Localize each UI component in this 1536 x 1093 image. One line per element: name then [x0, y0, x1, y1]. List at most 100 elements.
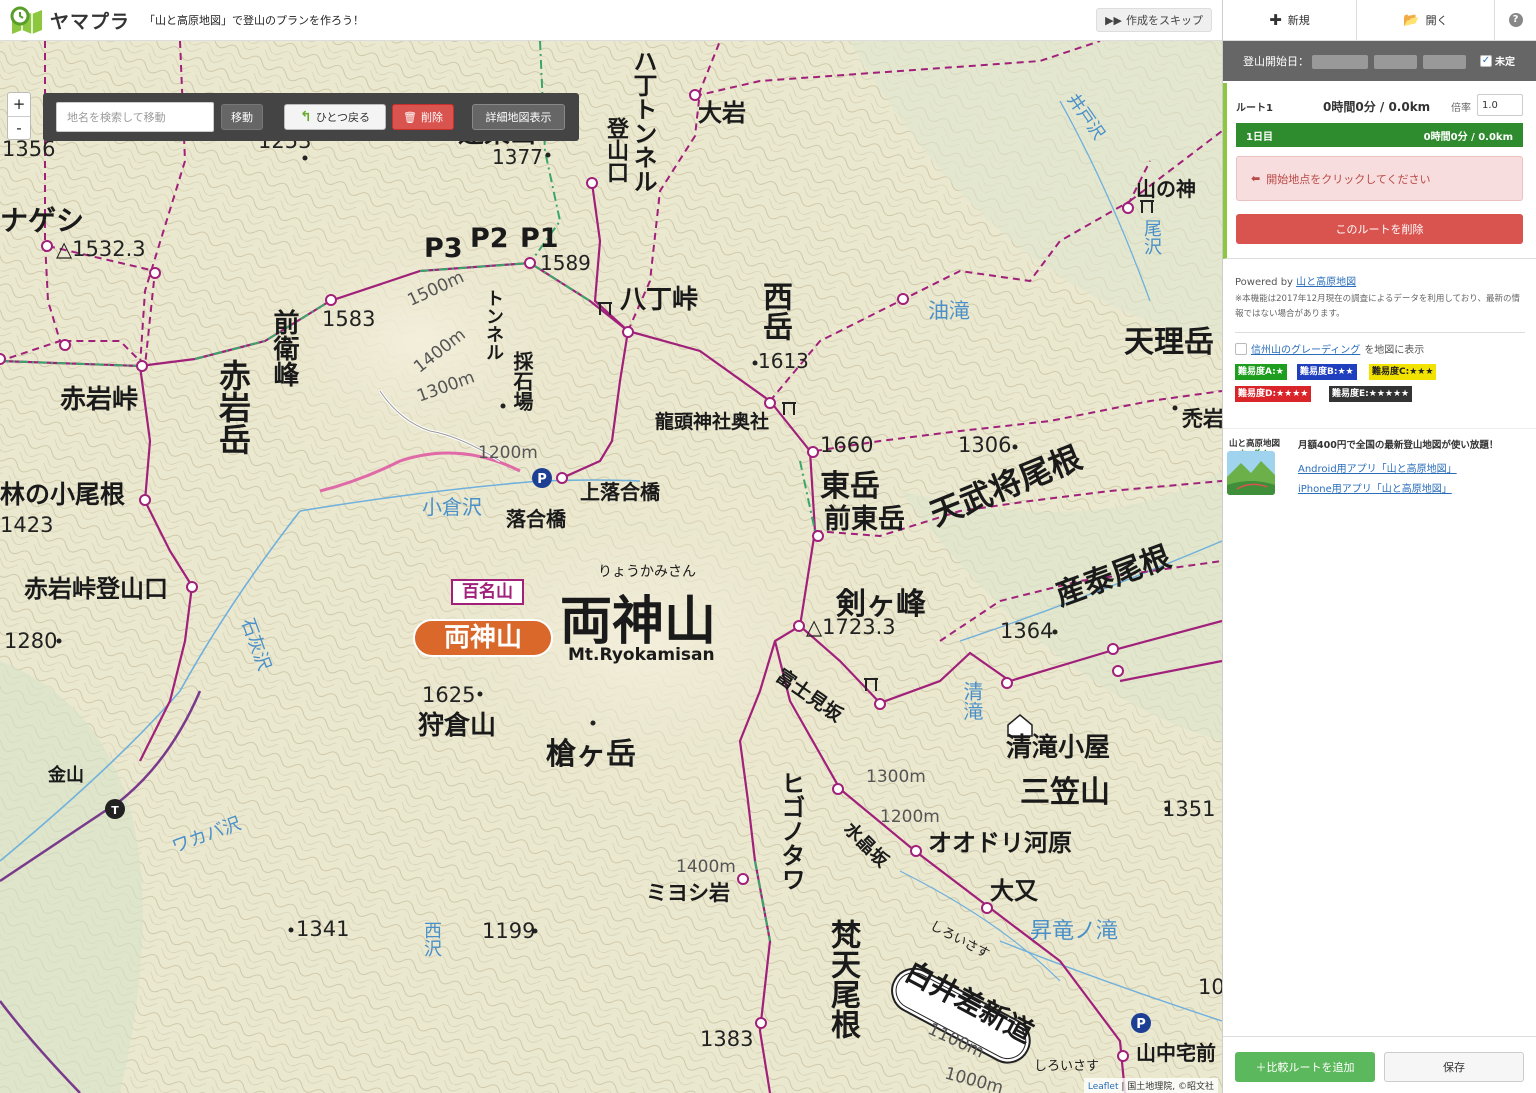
delete-route-button[interactable]: このルートを削除	[1236, 214, 1523, 244]
tab-open[interactable]: 📂 開く	[1357, 0, 1495, 40]
zoom-out-button[interactable]: -	[8, 116, 30, 139]
map-label-seiryu: 清滝	[960, 681, 984, 721]
map-label-ryokamisan-kana: りょうかみさん	[598, 564, 696, 580]
hyakumeizan-badge: 百名山	[451, 579, 524, 605]
divider	[1235, 332, 1525, 333]
map-label-saiseki: 採石場	[510, 351, 534, 411]
map-label-alt-1300b: 1300m	[866, 767, 926, 787]
map-label-shiraisashi-kana2: しろいさす	[1034, 1059, 1100, 1074]
parking-marker: P	[532, 468, 552, 488]
start-year-select[interactable]	[1312, 55, 1368, 69]
map-label-ryuzu: 龍頭神社奥社	[655, 411, 770, 433]
ryokamisan-badge: 両神山	[413, 619, 553, 657]
powered-by: Powered by 山と高原地図	[1235, 273, 1356, 288]
map-label-ryokamisan-en: Mt.Ryokamisan	[568, 645, 715, 665]
route-summary: 0時間0分 / 0.0km	[1323, 100, 1431, 114]
topographic-map[interactable]: P P T 蓬莱山 1377	[0, 41, 1222, 1093]
svg-text:T: T	[111, 804, 119, 817]
map-label-nishisawa: 西沢	[421, 921, 442, 957]
day-bar[interactable]: 1日目 0時間0分 / 0.0km	[1236, 123, 1523, 147]
skip-label: 作成をスキップ	[1126, 14, 1203, 27]
map-label-shoryu: 昇竜ノ滝	[1030, 919, 1119, 944]
map-label-p3: P3	[424, 233, 463, 264]
detail-map-button[interactable]: 詳細地図表示	[472, 104, 565, 130]
map-label-maehigashi: 前東岳	[824, 504, 905, 535]
day-summary: 0時間0分 / 0.0km	[1423, 131, 1513, 143]
folder-icon: 📂	[1403, 12, 1420, 28]
map-label-alt-1532: △1532.3	[56, 237, 146, 261]
route-name[interactable]: ルート1	[1236, 99, 1273, 114]
grading-suffix: を地図に表示	[1364, 345, 1425, 356]
map-label-yamanaka: 山中宅前	[1136, 1041, 1216, 1065]
trash-icon: 🗑	[403, 110, 417, 124]
android-app-link[interactable]: Android用アプリ「山と高原地図」	[1298, 460, 1457, 475]
map-label-alt-1400b: 1400m	[676, 857, 736, 877]
panel-tabs: ✚ 新規 📂 開く ?	[1223, 0, 1536, 41]
map-label-mikasa: 三笠山	[1020, 775, 1110, 810]
start-date-label: 登山開始日：	[1243, 55, 1309, 68]
map-label-tenri: 天理岳	[1124, 325, 1214, 360]
map-label-kogurasawa: 小倉沢	[422, 495, 482, 519]
map-label-hashigo: 尾沢	[1141, 219, 1162, 255]
promo-landscape-image	[1227, 451, 1275, 495]
zoom-control: + -	[7, 92, 31, 140]
map-label-alt-1383: 1383	[700, 1027, 754, 1051]
map-label-higono: ヒゴノタワ	[777, 771, 806, 891]
map-label-odori: オオドリ河原	[928, 828, 1072, 857]
delete-label: 削除	[420, 111, 443, 124]
undo-label: ひとつ戻る	[315, 111, 370, 124]
ratio-input[interactable]	[1477, 94, 1523, 116]
grading-toggle[interactable]: 信州山のグレーディング を地図に表示	[1235, 341, 1424, 356]
delete-route-label: このルートを削除	[1335, 223, 1424, 236]
checkmark-icon: ✓	[1480, 54, 1492, 67]
zoom-in-button[interactable]: +	[8, 93, 30, 116]
route-card: ルート1 0時間0分 / 0.0km 倍率 1日目 0時間0分 / 0.0km …	[1223, 83, 1536, 259]
save-button[interactable]: 保存	[1384, 1052, 1524, 1082]
difficulty-badge-d: 難易度D:★★★★	[1235, 386, 1312, 402]
panel-footer: ＋比較ルートを追加 保存	[1223, 1036, 1536, 1093]
map-label-yamanokami: 山の神	[1136, 177, 1196, 201]
start-month-select[interactable]	[1374, 55, 1417, 69]
svg-text:P: P	[537, 472, 547, 487]
detail-map-label: 詳細地図表示	[485, 111, 552, 124]
start-date-row: 登山開始日： ✓ 未定	[1223, 41, 1536, 81]
map-label-ochiai: 落合橋	[506, 507, 566, 531]
grading-link[interactable]: 信州山のグレーディング	[1251, 341, 1360, 356]
undecided-label: 未定	[1495, 57, 1515, 68]
tab-help[interactable]: ?	[1495, 0, 1536, 40]
difficulty-badge-a: 難易度A:★	[1235, 364, 1287, 380]
help-icon: ?	[1508, 13, 1523, 27]
tagline: 「山と高原地図」で登山のプランを作ろう！	[144, 14, 365, 27]
skip-creation-button[interactable]: ▶▶ 作成をスキップ	[1096, 8, 1212, 32]
map-label-alt-1583: 1583	[322, 307, 376, 331]
add-compare-route-button[interactable]: ＋比較ルートを追加	[1235, 1052, 1375, 1082]
tab-new[interactable]: ✚ 新規	[1223, 0, 1357, 40]
map-label-yarigatake: 槍ヶ岳	[546, 737, 636, 772]
undo-button[interactable]: ↰ ひとつ戻る	[284, 104, 386, 130]
difficulty-badge-b: 難易度B:★★	[1297, 364, 1357, 380]
map-label-maeei: 前衛峰	[269, 309, 299, 387]
powered-link[interactable]: 山と高原地図	[1296, 277, 1356, 288]
start-day-select[interactable]	[1423, 55, 1466, 69]
grading-checkbox[interactable]	[1235, 342, 1247, 355]
undo-arrow-icon: ↰	[300, 109, 312, 125]
yamapura-logo[interactable]: ヤマプラ	[8, 4, 130, 36]
delete-button[interactable]: 🗑 削除	[392, 104, 454, 130]
place-search-input[interactable]	[56, 102, 214, 132]
day-label: 1日目	[1246, 131, 1273, 143]
iphone-app-link[interactable]: iPhone用アプリ「山と高原地図」	[1298, 480, 1452, 495]
data-notice: ※本機能は2017年12月現在の調査によるデータを利用しており、最新の情報ではな…	[1235, 294, 1520, 319]
route-panel: ✚ 新規 📂 開く ? 登山開始日： ✓ 未定 ルート1 0時間0分 / 0.0…	[1222, 0, 1536, 1093]
leaflet-link[interactable]: Leaflet	[1088, 1082, 1119, 1092]
map-label-alt-1351: 1351	[1162, 797, 1216, 821]
attribution-source: | 国土地理院, ©昭文社	[1118, 1082, 1214, 1092]
svg-text:P: P	[1136, 1017, 1146, 1032]
undecided-checkbox[interactable]: ✓ 未定	[1480, 53, 1515, 68]
map-label-miyoshi: ミヨシ岩	[646, 880, 730, 905]
fast-forward-icon: ▶▶	[1105, 13, 1122, 27]
powered-prefix: Powered by	[1235, 277, 1297, 288]
move-button[interactable]: 移動	[221, 104, 263, 130]
map-label-alt-1660: 1660	[820, 433, 874, 457]
app-promo[interactable]: 山と高原地図 ホーダイ 月額400円で全国の最新登山地図が使い放題！ Andro…	[1223, 428, 1536, 500]
map-label-alt-1625: 1625	[422, 683, 476, 707]
